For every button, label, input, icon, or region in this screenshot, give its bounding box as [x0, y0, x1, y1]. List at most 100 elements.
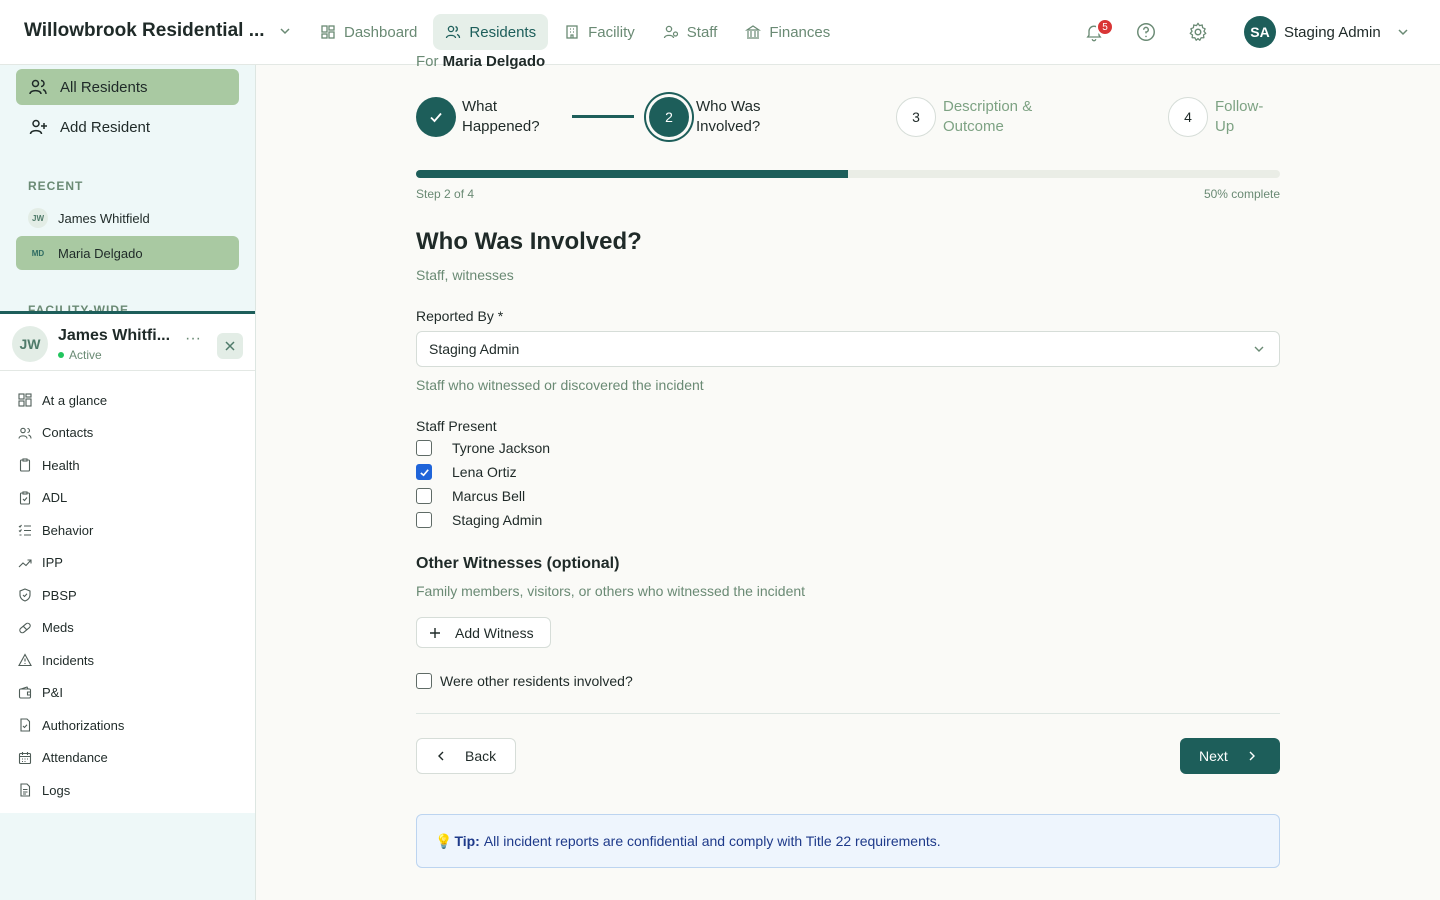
- calendar-icon: [18, 751, 32, 764]
- resident-menu-meds[interactable]: Meds: [0, 612, 255, 645]
- nav-label: Facility: [588, 23, 635, 41]
- resident-menu-adl[interactable]: ADL: [0, 482, 255, 515]
- step-2-label-line1: Who Was: [696, 98, 761, 115]
- page-subtitle: Staff, witnesses: [416, 267, 514, 283]
- sidebar-item-all-residents[interactable]: All Residents: [16, 69, 239, 105]
- resident-menu-p-and-i[interactable]: P&I: [0, 677, 255, 710]
- nav-residents[interactable]: Residents: [433, 14, 549, 50]
- main-content: For Maria Delgado What Happened? 2 Who W…: [256, 53, 1440, 900]
- step-1-circle[interactable]: [416, 97, 456, 137]
- staff-present-label: Staff Present: [416, 418, 497, 434]
- recent-resident-maria-delgado[interactable]: MD Maria Delgado: [16, 236, 239, 270]
- main-nav: Dashboard Residents Facility Staff Finan…: [308, 14, 842, 50]
- user-plus-icon: [29, 119, 47, 135]
- plus-icon: [430, 627, 440, 638]
- sidebar-scroll-area[interactable]: All Residents Add Resident RECENT JW Jam…: [0, 65, 255, 311]
- staff-option-tyrone-jackson[interactable]: Tyrone Jackson: [416, 440, 550, 456]
- chevron-down-icon: [1398, 29, 1408, 36]
- resident-menu-pbsp[interactable]: PBSP: [0, 579, 255, 612]
- resident-menu-behavior[interactable]: Behavior: [0, 514, 255, 547]
- resident-menu-label: Behavior: [42, 522, 94, 538]
- resident-menu-contacts[interactable]: Contacts: [0, 417, 255, 450]
- checkbox-checked[interactable]: [416, 464, 432, 480]
- other-witnesses-title: Other Witnesses (optional): [416, 555, 620, 572]
- recent-section-label: RECENT: [28, 179, 84, 193]
- resident-menu-logs[interactable]: Logs: [0, 774, 255, 807]
- user-name: Staging Admin: [1284, 23, 1381, 41]
- chevron-down-icon: [279, 25, 291, 37]
- tip-banner: 💡 Tip: All incident reports are confiden…: [416, 814, 1280, 868]
- step-3-circle[interactable]: 3: [896, 97, 936, 137]
- resident-menu-authorizations[interactable]: Authorizations: [0, 709, 255, 742]
- nav-dashboard[interactable]: Dashboard: [308, 14, 429, 50]
- step-1-label: What Happened?: [462, 97, 540, 137]
- back-button[interactable]: Back: [416, 738, 516, 774]
- resident-menu-incidents[interactable]: Incidents: [0, 644, 255, 677]
- step-1-label-line1: What: [462, 98, 498, 115]
- facility-wide-section-label: FACILITY-WIDE: [28, 303, 129, 311]
- progress-percent-text: 50% complete: [1203, 187, 1280, 201]
- resident-menu-at-a-glance[interactable]: At a glance: [0, 384, 255, 417]
- staff-option-label: Lena Ortiz: [452, 464, 517, 480]
- grid-icon: [18, 393, 32, 407]
- close-panel-button[interactable]: [217, 333, 243, 359]
- avatar: MD: [31, 248, 45, 258]
- sidebar-item-label: All Residents: [60, 78, 148, 96]
- help-button[interactable]: [1134, 20, 1158, 44]
- step-connector: [572, 115, 634, 118]
- staff-option-lena-ortiz[interactable]: Lena Ortiz: [416, 464, 517, 480]
- checkbox[interactable]: [416, 512, 432, 528]
- add-witness-button[interactable]: Add Witness: [416, 617, 551, 648]
- user-menu[interactable]: SA Staging Admin: [1244, 16, 1409, 48]
- other-witnesses-help: Family members, visitors, or others who …: [416, 583, 806, 599]
- nav-finances[interactable]: Finances: [733, 14, 842, 50]
- more-options-button[interactable]: ···: [185, 331, 201, 350]
- wizard-steps: What Happened? 2 Who Was Involved? 3 Des…: [416, 97, 1280, 137]
- staff-option-label: Tyrone Jackson: [452, 440, 551, 456]
- users-icon: [446, 25, 461, 39]
- next-button[interactable]: Next: [1180, 738, 1280, 774]
- resident-menu-attendance[interactable]: Attendance: [0, 742, 255, 775]
- resident-menu-label: ADL: [42, 490, 68, 506]
- checkbox[interactable]: [416, 440, 432, 456]
- resident-name: James Whitfi...: [58, 327, 171, 344]
- staff-option-label: Marcus Bell: [452, 488, 526, 504]
- step-2-circle[interactable]: 2: [649, 97, 689, 137]
- sidebar: All Residents Add Resident RECENT JW Jam…: [0, 65, 256, 900]
- step-4-label-line2: Up: [1215, 118, 1235, 135]
- checkbox[interactable]: [416, 673, 432, 689]
- breadcrumb: For Maria Delgado: [416, 53, 545, 70]
- list-check-icon: [18, 524, 31, 536]
- resident-menu-label: Health: [42, 457, 80, 473]
- resident-menu-label: Incidents: [42, 652, 95, 668]
- wallet-icon: [18, 686, 32, 699]
- staff-option-marcus-bell[interactable]: Marcus Bell: [416, 488, 525, 504]
- contacts-icon: [18, 427, 32, 439]
- settings-button[interactable]: [1186, 20, 1210, 44]
- reported-by-select[interactable]: Staging Admin: [416, 331, 1280, 367]
- sidebar-item-label: Add Resident: [60, 118, 151, 136]
- nav-facility[interactable]: Facility: [552, 14, 647, 50]
- close-icon: [225, 341, 235, 351]
- facility-switcher[interactable]: Willowbrook Residential ...: [24, 20, 291, 42]
- progress-step-text: Step 2 of 4: [416, 187, 475, 201]
- resident-menu-label: Logs: [42, 782, 71, 798]
- step-4-circle[interactable]: 4: [1168, 97, 1208, 137]
- resident-menu-ipp[interactable]: IPP: [0, 547, 255, 580]
- checkbox[interactable]: [416, 488, 432, 504]
- reported-by-label: Reported By *: [416, 308, 504, 324]
- trend-up-icon: [18, 559, 32, 568]
- avatar: JW: [12, 326, 48, 362]
- bank-icon: [745, 25, 762, 39]
- nav-label: Staff: [686, 23, 718, 41]
- page-title: Who Was Involved?: [416, 228, 642, 255]
- document-icon: [20, 783, 31, 797]
- other-residents-checkbox-row[interactable]: Were other residents involved?: [416, 673, 633, 689]
- recent-resident-james-whitfield[interactable]: JW James Whitfield: [16, 201, 239, 235]
- nav-staff[interactable]: Staff: [651, 14, 730, 50]
- sidebar-item-add-resident[interactable]: Add Resident: [16, 109, 239, 145]
- clipboard-icon: [19, 458, 31, 472]
- resident-menu-health[interactable]: Health: [0, 449, 255, 482]
- staff-option-staging-admin[interactable]: Staging Admin: [416, 512, 542, 528]
- resident-menu-label: Meds: [42, 620, 74, 636]
